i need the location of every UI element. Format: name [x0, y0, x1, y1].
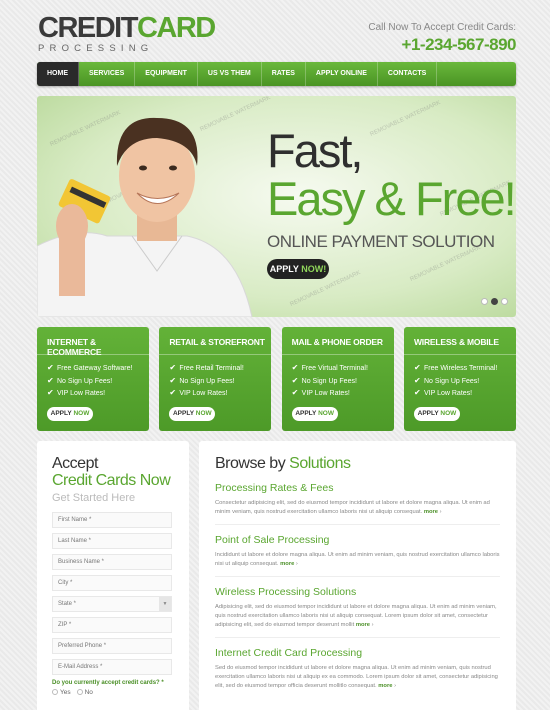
more-link[interactable]: more [378, 683, 392, 689]
logo-subtitle: PROCESSING [38, 43, 154, 54]
check-icon: ✔ [291, 388, 299, 397]
feature-item: ✔ Free Wireless Terminal! [413, 363, 498, 372]
slider-dot[interactable] [501, 298, 508, 305]
feature-item: ✔ No Sign Up Fees! [47, 375, 113, 385]
check-icon: ✔ [47, 363, 54, 372]
nav-item-home[interactable]: HOME [37, 62, 79, 86]
feature-title: MAIL & PHONE ORDER [281, 327, 394, 355]
hero-subtitle: ONLINE PAYMENT SOLUTION [267, 232, 495, 251]
main-nav: HOME SERVICES EQUIPMENT US VS THEM RATES… [37, 62, 516, 86]
feature-item: ✔ Free Virtual Terminal! [291, 363, 368, 372]
hero-headline-fast: Fast, [267, 124, 363, 177]
hero-slider: REMOVABLE WATERMARK REMOVABLE WATERMARK … [37, 96, 516, 317]
dropdown-arrow-icon: ▼ [159, 597, 171, 611]
apply-now-button[interactable]: APPLY NOW [413, 406, 460, 421]
zip-field[interactable]: ZIP * [52, 617, 172, 633]
solution-item: Processing Rates & Fees Consectetur adip… [215, 473, 500, 525]
logo-title: CREDITCARD [38, 12, 216, 44]
solution-item: Wireless Processing Solutions Adipisicin… [215, 577, 500, 638]
radio-yes[interactable]: Yes [52, 689, 71, 696]
nav-item-rates[interactable]: RATES [262, 62, 306, 86]
feature-box-internet: INTERNET & ECOMMERCE ✔ Free Gateway Softw… [37, 327, 149, 431]
nav-item-apply-online[interactable]: APPLY ONLINE [306, 62, 378, 86]
feature-title: INTERNET & ECOMMERCE [37, 327, 149, 357]
business-name-field[interactable]: Business Name * [52, 554, 172, 570]
radio-icon [52, 689, 58, 696]
hero-headline-easy-free: Easy & Free! [267, 172, 516, 225]
feature-title: WIRELESS & MOBILE [403, 327, 516, 355]
feature-item: ✔ VIP Low Rates! [169, 388, 228, 397]
more-link[interactable]: more [424, 509, 438, 515]
browse-solutions-panel: Browse by Solutions Processing Rates & F… [199, 441, 516, 710]
signup-form-panel: Accept Credit Cards Now Get Started Here… [37, 441, 189, 710]
hero-apply-now-button[interactable]: APPLY NOW! [267, 259, 329, 279]
solution-item: Internet Credit Card Processing Sed do e… [215, 638, 500, 698]
form-heading: Accept [52, 455, 98, 472]
check-icon: ✔ [169, 363, 177, 372]
check-icon: ✔ [413, 363, 421, 372]
check-icon: ✔ [413, 375, 421, 385]
radio-no[interactable]: No [76, 689, 93, 696]
slider-dot-active[interactable] [491, 298, 498, 305]
more-link[interactable]: more [280, 561, 294, 567]
radio-icon [76, 689, 83, 696]
solution-text: Adipisicing elit, sed do eiusmod tempor … [215, 604, 497, 628]
feature-box-retail: RETAIL & STOREFRONT ✔ Free Retail Termina… [159, 327, 272, 431]
accept-cards-question: Do you currently accept credit cards? * [52, 680, 164, 686]
apply-now-button[interactable]: APPLY NOW [291, 406, 338, 421]
feature-item: ✔ Free Gateway Software! [47, 363, 133, 372]
feature-box-mail-phone: MAIL & PHONE ORDER ✔ Free Virtual Termina… [281, 327, 394, 431]
solution-title[interactable]: Wireless Processing Solutions [215, 586, 500, 598]
check-icon: ✔ [413, 388, 421, 397]
feature-boxes: INTERNET & ECOMMERCE ✔ Free Gateway Softw… [37, 327, 516, 431]
more-link[interactable]: more [356, 622, 370, 628]
check-icon: ✔ [291, 375, 299, 385]
feature-item: ✔ VIP Low Rates! [291, 388, 350, 397]
feature-item: ✔ Free Retail Terminal! [169, 363, 244, 372]
feature-item: ✔ VIP Low Rates! [413, 388, 473, 397]
browse-title: Browse by Solutions [215, 455, 351, 472]
first-name-field[interactable]: First Name * [52, 512, 172, 528]
email-field[interactable]: E-Mail Address * [52, 659, 172, 675]
form-subheading: Get Started Here [52, 492, 136, 504]
solution-text: Sed do eiusmod tempor incididunt ut labo… [215, 665, 498, 689]
city-field[interactable]: City * [52, 575, 172, 591]
phone-number[interactable]: +1-234-567-890 [368, 35, 517, 55]
check-icon: ✔ [47, 388, 54, 397]
site-logo[interactable]: CREDITCARD PROCESSING [38, 12, 216, 55]
check-icon: ✔ [169, 375, 177, 385]
form-heading-green: Credit Cards Now [52, 472, 171, 489]
apply-now-button[interactable]: APPLY NOW [47, 406, 93, 421]
check-icon: ✔ [47, 375, 54, 385]
state-select[interactable]: State * ▼ [52, 596, 172, 612]
solution-title[interactable]: Processing Rates & Fees [215, 482, 500, 494]
solution-title[interactable]: Point of Sale Processing [215, 534, 500, 546]
slider-dot[interactable] [481, 298, 488, 305]
feature-box-wireless: WIRELESS & MOBILE ✔ Free Wireless Termina… [403, 327, 516, 431]
nav-item-equipment[interactable]: EQUIPMENT [135, 62, 198, 86]
check-icon: ✔ [291, 363, 299, 372]
solution-title[interactable]: Internet Credit Card Processing [215, 647, 500, 659]
smiling-man-holding-card-image [37, 117, 253, 317]
phone-field[interactable]: Preferred Phone * [52, 638, 172, 654]
feature-item: ✔ No Sign Up Fees! [169, 375, 235, 385]
call-box: Call Now To Accept Credit Cards: +1-234-… [368, 22, 516, 55]
feature-item: ✔ No Sign Up Fees! [413, 375, 480, 385]
feature-title: RETAIL & STOREFRONT [159, 327, 272, 355]
apply-now-button[interactable]: APPLY NOW [169, 406, 216, 421]
feature-item: ✔ VIP Low Rates! [47, 388, 106, 397]
nav-item-contacts[interactable]: CONTACTS [378, 62, 438, 86]
feature-item: ✔ No Sign Up Fees! [291, 375, 357, 385]
check-icon: ✔ [169, 388, 177, 397]
nav-item-services[interactable]: SERVICES [79, 62, 136, 86]
solution-text: Incididunt ut labore et dolore magna ali… [215, 552, 500, 567]
watermark: REMOVABLE WATERMARK [369, 100, 442, 138]
call-text: Call Now To Accept Credit Cards: [368, 22, 516, 33]
last-name-field[interactable]: Last Name * [52, 533, 172, 549]
slider-pagination [481, 298, 508, 305]
solution-item: Point of Sale Processing Incididunt ut l… [215, 525, 500, 577]
nav-item-us-vs-them[interactable]: US VS THEM [198, 62, 262, 86]
solution-text: Consectetur adipisicing elit, sed do eiu… [215, 500, 490, 515]
